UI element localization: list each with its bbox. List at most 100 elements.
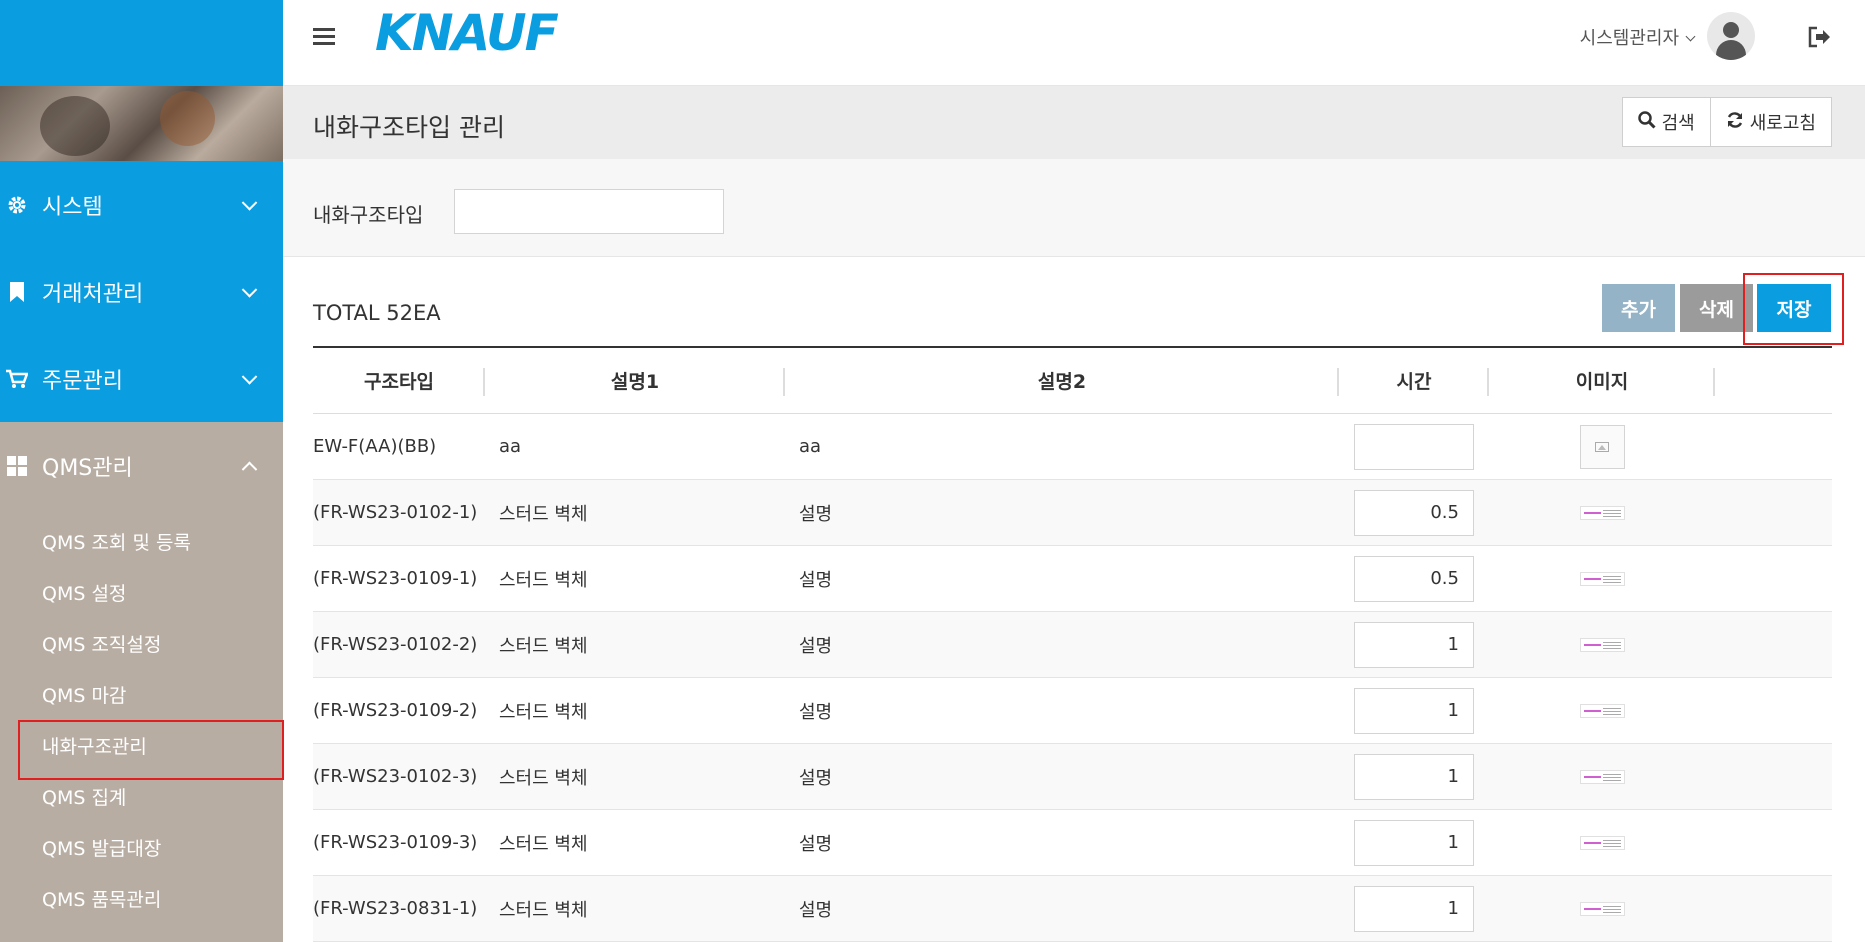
- cell-type: (FR-WS23-0109-1): [313, 568, 478, 589]
- structure-image-thumbnail[interactable]: [1579, 571, 1625, 586]
- cell-desc2: 설명: [799, 899, 833, 921]
- table-row[interactable]: (FR-WS23-0109-1) 스터드 벽체 설명 0.5 202: [313, 546, 1832, 612]
- column-header-image[interactable]: 이미지: [1489, 348, 1715, 414]
- refresh-button[interactable]: 새로고침: [1709, 98, 1831, 146]
- column-header-reg[interactable]: 등: [1715, 348, 1832, 414]
- column-header-type[interactable]: 구조타입: [313, 348, 485, 414]
- sidebar: 시스템 거래처관리 주문관리 QMS관리 QMS 조회 및 등록 QMS 설정 …: [0, 0, 284, 942]
- chevron-up-icon: [241, 461, 258, 478]
- time-input[interactable]: 1: [1354, 819, 1474, 866]
- submenu-qms-items[interactable]: QMS 품목관리: [0, 873, 283, 924]
- table-row[interactable]: (FR-WS23-0102-2) 스터드 벽체 설명 1 202: [313, 612, 1832, 678]
- refresh-button-label: 새로고침: [1749, 113, 1816, 134]
- cell-desc2: 설명: [799, 635, 833, 657]
- column-header-desc2[interactable]: 설명2: [785, 348, 1339, 414]
- time-input[interactable]: 1: [1354, 621, 1474, 668]
- structure-image-thumbnail[interactable]: [1579, 769, 1625, 784]
- submenu-qms-settings[interactable]: QMS 설정: [0, 567, 283, 618]
- cell-desc1: 스터드 벽체: [499, 503, 588, 525]
- knauf-logo: KNAUF: [375, 4, 559, 62]
- cell-desc2: 설명: [799, 503, 833, 525]
- sidebar-main-menus: 시스템 거래처관리 주문관리: [0, 161, 283, 422]
- time-input[interactable]: 1: [1354, 753, 1474, 800]
- sidebar-item-qms[interactable]: QMS관리: [0, 422, 283, 510]
- delete-button[interactable]: 삭제: [1680, 284, 1753, 332]
- time-input[interactable]: 1: [1354, 687, 1474, 734]
- sidebar-item-orders[interactable]: 주문관리: [0, 335, 283, 422]
- cell-type: (FR-WS23-0102-3): [313, 766, 478, 787]
- total-count: TOTAL 52EA: [313, 301, 441, 325]
- table-row[interactable]: (FR-WS23-0102-1) 스터드 벽체 설명 0.5 202: [313, 480, 1832, 546]
- bookmark-icon: [6, 281, 28, 303]
- submenu-qms-issue-ledger[interactable]: QMS 발급대장: [0, 822, 283, 873]
- qms-submenu: QMS 조회 및 등록 QMS 설정 QMS 조직설정 QMS 마감 내화구조관…: [0, 510, 284, 924]
- sidebar-top-bar: [0, 0, 283, 86]
- column-header-time[interactable]: 시간: [1339, 348, 1489, 414]
- grid-header: 구조타입 설명1 설명2 시간 이미지 등: [313, 348, 1832, 414]
- cell-type: (FR-WS23-0102-1): [313, 502, 478, 523]
- sidebar-item-clients[interactable]: 거래처관리: [0, 248, 283, 335]
- grid-icon: [6, 455, 28, 477]
- chevron-down-icon: [241, 368, 258, 385]
- submenu-qms-org-settings[interactable]: QMS 조직설정: [0, 618, 283, 669]
- gear-icon: [6, 194, 28, 216]
- cell-type: (FR-WS23-0109-3): [313, 832, 478, 853]
- sidebar-banner-image: [0, 86, 283, 161]
- submenu-qms-search[interactable]: QMS 조회 및 등록: [0, 516, 283, 567]
- time-input[interactable]: 0.5: [1354, 555, 1474, 602]
- table-row[interactable]: EW-F(AA)(BB) aa aa 202: [313, 413, 1832, 480]
- page-title: 내화구조타입 관리: [313, 113, 505, 142]
- search-icon: [1637, 110, 1656, 134]
- cell-reg-date: 202: [1715, 414, 1832, 480]
- table-row[interactable]: (FR-WS23-0109-3) 스터드 벽체 설명 1 202: [313, 810, 1832, 876]
- cell-desc1: 스터드 벽체: [499, 899, 588, 921]
- structure-image-thumbnail[interactable]: [1579, 703, 1625, 718]
- chevron-down-icon: [1685, 31, 1696, 42]
- sidebar-item-label: 시스템: [42, 194, 103, 220]
- structure-image-thumbnail[interactable]: [1579, 505, 1625, 520]
- structure-image-thumbnail[interactable]: [1579, 637, 1625, 652]
- cell-reg-date: 202: [1715, 876, 1832, 942]
- time-input[interactable]: 0.5: [1354, 489, 1474, 536]
- submenu-qms-closing[interactable]: QMS 마감: [0, 669, 283, 720]
- cell-type: (FR-WS23-0831-1): [313, 898, 478, 919]
- save-button[interactable]: 저장: [1757, 284, 1831, 332]
- cell-type: (FR-WS23-0109-2): [313, 700, 478, 721]
- search-button-label: 검색: [1661, 113, 1695, 134]
- search-button[interactable]: 검색: [1623, 98, 1710, 146]
- cell-type: (FR-WS23-0102-2): [313, 634, 478, 655]
- image-placeholder-icon[interactable]: [1579, 424, 1625, 469]
- chevron-down-icon: [241, 281, 258, 298]
- avatar[interactable]: [1707, 12, 1755, 60]
- cell-desc1: aa: [499, 436, 522, 457]
- table-row[interactable]: (FR-WS23-0109-2) 스터드 벽체 설명 1 202: [313, 678, 1832, 744]
- cell-reg-date: 202: [1715, 810, 1832, 876]
- fire-structure-type-input[interactable]: [454, 189, 724, 234]
- cell-reg-date: 202: [1715, 744, 1832, 810]
- top-header: KNAUF 시스템관리자: [283, 0, 1865, 86]
- submenu-fire-structure[interactable]: 내화구조관리: [0, 720, 284, 780]
- sidebar-item-label: QMS관리: [42, 456, 133, 481]
- user-menu[interactable]: 시스템관리자: [1580, 24, 1696, 50]
- filter-panel: 내화구조타입: [283, 159, 1865, 257]
- cell-reg-date: 202: [1715, 546, 1832, 612]
- cell-desc2: 설명: [799, 569, 833, 591]
- add-button[interactable]: 추가: [1602, 284, 1675, 332]
- time-input[interactable]: [1354, 423, 1474, 470]
- cell-reg-date: 202: [1715, 678, 1832, 744]
- cell-desc2: 설명: [799, 701, 833, 723]
- refresh-icon: [1726, 111, 1744, 134]
- structure-image-thumbnail[interactable]: [1579, 835, 1625, 850]
- cell-desc1: 스터드 벽체: [499, 701, 588, 723]
- cell-desc2: 설명: [799, 833, 833, 855]
- time-input[interactable]: 1: [1354, 885, 1474, 932]
- hamburger-menu-icon[interactable]: [313, 28, 335, 45]
- logout-icon[interactable]: [1807, 26, 1831, 48]
- table-row[interactable]: (FR-WS23-0102-3) 스터드 벽체 설명 1 202: [313, 744, 1832, 810]
- table-row[interactable]: (FR-WS23-0831-1) 스터드 벽체 설명 1 202: [313, 876, 1832, 942]
- sidebar-item-system[interactable]: 시스템: [0, 161, 283, 248]
- column-header-desc1[interactable]: 설명1: [485, 348, 785, 414]
- structure-image-thumbnail[interactable]: [1579, 901, 1625, 916]
- cell-reg-date: 202: [1715, 480, 1832, 546]
- cell-desc1: 스터드 벽체: [499, 569, 588, 591]
